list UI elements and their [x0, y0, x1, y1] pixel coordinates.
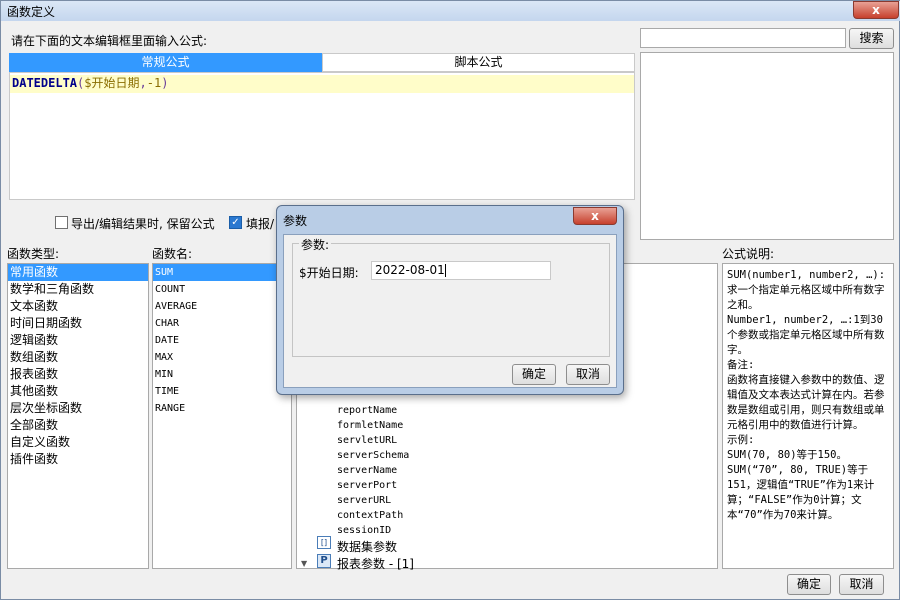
tree-item[interactable]: reportName — [337, 403, 409, 418]
cancel-button[interactable]: 取消 — [839, 574, 884, 595]
dialog-title: 参数 — [283, 214, 308, 228]
tree-list: reportName formletName servletURL server… — [337, 403, 409, 538]
dialog-close-button[interactable]: x — [573, 207, 617, 225]
window-title: 函数定义 — [7, 5, 56, 19]
search-input[interactable] — [640, 28, 846, 48]
start-date-input[interactable]: 2022-08-01 — [371, 261, 551, 280]
description-line: SUM(“70”, 80, TRUE)等于151，逻辑值“TRUE”作为1来计算… — [727, 464, 875, 521]
category-item[interactable]: 自定义函数 — [8, 434, 148, 451]
category-item[interactable]: 数组函数 — [8, 349, 148, 366]
category-item[interactable]: 时间日期函数 — [8, 315, 148, 332]
description-line: 备注: — [727, 359, 755, 371]
start-date-value: 2022-08-01 — [375, 263, 445, 277]
function-item[interactable]: SUM — [153, 264, 291, 281]
function-item[interactable]: RANGE — [153, 400, 291, 417]
formula-number: -1 — [146, 76, 162, 90]
tree-item[interactable]: serverPort — [337, 478, 409, 493]
function-item[interactable]: AVERAGE — [153, 298, 291, 315]
category-item[interactable]: 常用函数 — [8, 264, 148, 281]
function-item[interactable]: CHAR — [153, 315, 291, 332]
category-item[interactable]: 全部函数 — [8, 417, 148, 434]
function-item[interactable]: MIN — [153, 366, 291, 383]
formula-editor[interactable]: DATEDELTA($开始日期,-1) — [9, 72, 635, 200]
keep-formula-label: 导出/编辑结果时, 保留公式 — [71, 217, 215, 231]
fill-label: 填报/ — [246, 217, 275, 231]
start-date-label: $开始日期: — [299, 266, 359, 280]
report-params-node[interactable]: 报表参数 - [1] — [337, 555, 414, 572]
description-panel: SUM(number1, number2, …):求一个指定单元格区域中所有数字… — [722, 263, 894, 569]
tree-item[interactable]: contextPath — [337, 508, 409, 523]
collapse-arrow-icon[interactable]: ▼ — [301, 559, 307, 568]
dialog-body: 参数: $开始日期: 2022-08-01 确定 取消 — [283, 234, 617, 388]
window-titlebar: 函数定义 — [1, 1, 900, 21]
tree-item[interactable]: sessionID — [337, 523, 409, 538]
description-line: Number1, number2, …:1到30个参数或指定单元格区域中所有数字… — [727, 314, 885, 356]
text-caret — [444, 264, 446, 277]
tree-item[interactable]: serverURL — [337, 493, 409, 508]
category-header: 函数类型: — [7, 247, 60, 261]
function-item[interactable]: COUNT — [153, 281, 291, 298]
category-item[interactable]: 文本函数 — [8, 298, 148, 315]
parameter-dialog: 参数 x 参数: $开始日期: 2022-08-01 确定 取消 — [276, 205, 624, 395]
description-line: 函数将直接键入参数中的数值、逻辑值及文本表达式计算在内。若参数是数组或引用，则只… — [727, 374, 885, 431]
tree-item[interactable]: servletURL — [337, 433, 409, 448]
ok-button[interactable]: 确定 — [787, 574, 831, 595]
dialog-cancel-button[interactable]: 取消 — [566, 364, 610, 385]
category-item[interactable]: 其他函数 — [8, 383, 148, 400]
function-item[interactable]: MAX — [153, 349, 291, 366]
category-item[interactable]: 逻辑函数 — [8, 332, 148, 349]
function-item[interactable]: TIME — [153, 383, 291, 400]
category-item[interactable]: 插件函数 — [8, 451, 148, 468]
tree-item[interactable]: formletName — [337, 418, 409, 433]
formula-param: $开始日期 — [84, 76, 140, 90]
category-list[interactable]: 常用函数 数学和三角函数 文本函数 时间日期函数 逻辑函数 数组函数 报表函数 … — [7, 263, 149, 569]
search-button[interactable]: 搜索 — [849, 28, 894, 49]
formula-function: DATEDELTA — [12, 76, 78, 90]
tree-item[interactable]: serverSchema — [337, 448, 409, 463]
formula-close-paren: ) — [161, 76, 169, 90]
dataset-icon: [] — [317, 536, 331, 549]
search-results-list[interactable] — [640, 52, 894, 240]
formula-comma: , — [139, 76, 147, 90]
fill-checkbox[interactable]: ✓ — [229, 216, 242, 229]
dataset-params-node[interactable]: 数据集参数 — [337, 538, 397, 555]
group-label: 参数: — [299, 236, 332, 253]
dialog-ok-button[interactable]: 确定 — [512, 364, 556, 385]
category-item[interactable]: 报表函数 — [8, 366, 148, 383]
keep-formula-checkbox[interactable] — [55, 216, 68, 229]
function-item[interactable]: DATE — [153, 332, 291, 349]
description-line: SUM(number1, number2, …):求一个指定单元格区域中所有数字… — [727, 269, 886, 311]
editor-prompt: 请在下面的文本编辑框里面输入公式: — [11, 34, 208, 48]
description-line: 示例: — [727, 434, 755, 446]
parameter-group: 参数: $开始日期: 2022-08-01 — [292, 236, 610, 357]
category-item[interactable]: 数学和三角函数 — [8, 281, 148, 298]
function-header: 函数名: — [152, 247, 193, 261]
window-close-button[interactable]: x — [853, 1, 899, 19]
description-header: 公式说明: — [722, 247, 775, 261]
parameter-icon: P — [317, 554, 331, 568]
description-line: SUM(70, 80)等于150。 — [727, 449, 848, 461]
formula-line[interactable]: DATEDELTA($开始日期,-1) — [10, 75, 634, 93]
category-item[interactable]: 层次坐标函数 — [8, 400, 148, 417]
tree-item[interactable]: serverName — [337, 463, 409, 478]
tab-script-formula[interactable]: 脚本公式 — [322, 53, 635, 72]
tab-normal-formula[interactable]: 常规公式 — [9, 53, 322, 72]
function-list[interactable]: SUM COUNT AVERAGE CHAR DATE MAX MIN TIME… — [152, 263, 292, 569]
